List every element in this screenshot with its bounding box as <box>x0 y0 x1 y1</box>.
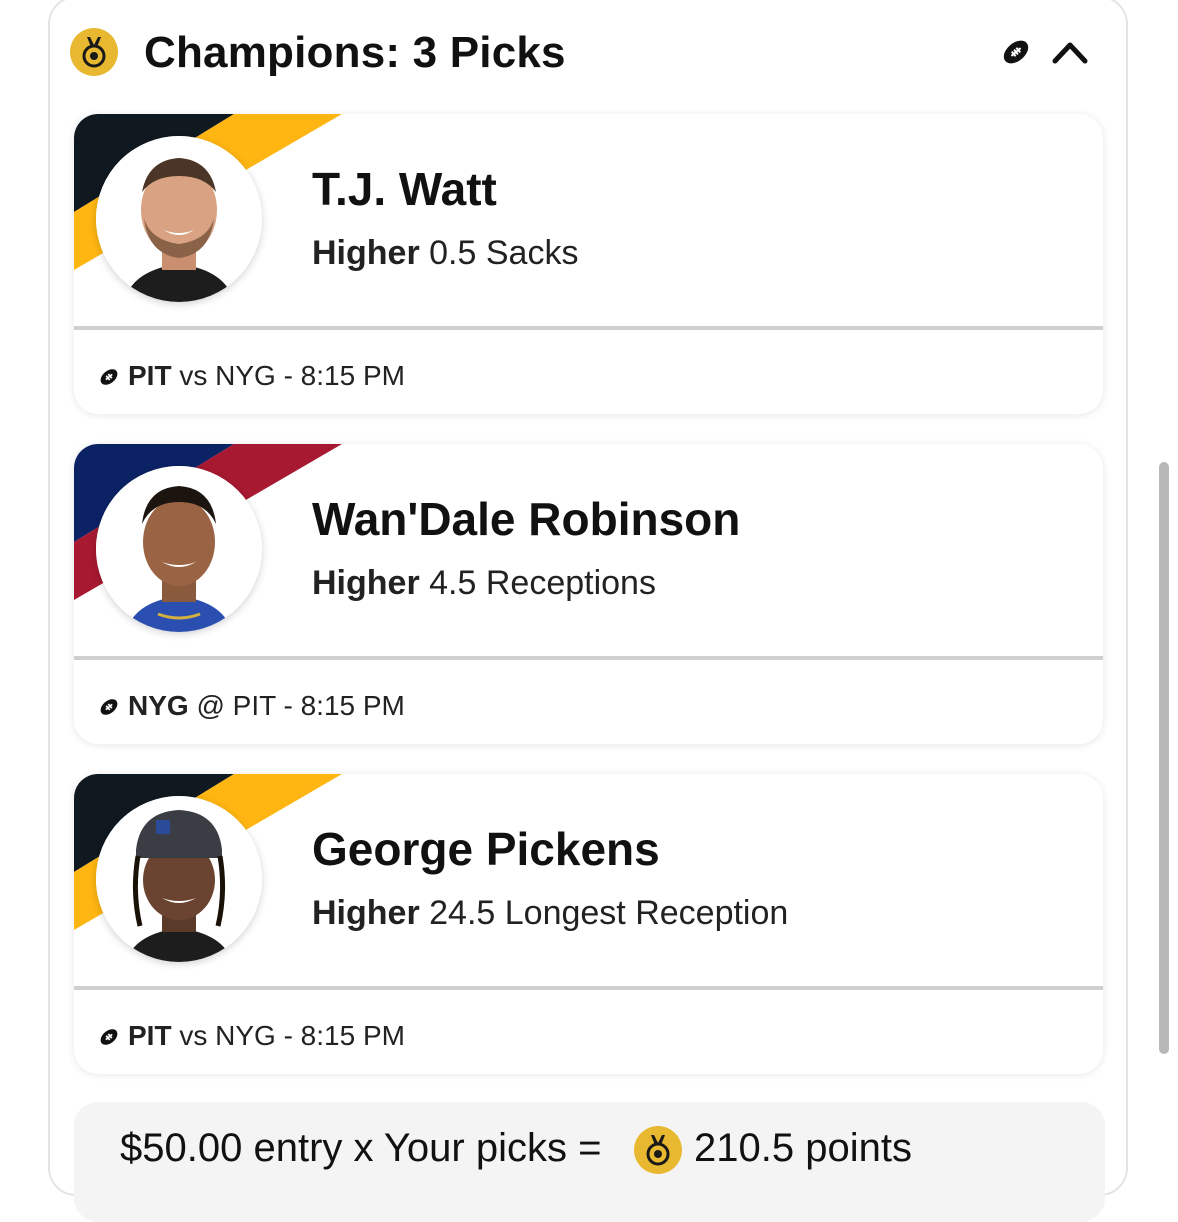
player-name: Wan'Dale Robinson <box>312 493 741 545</box>
football-icon <box>1000 36 1032 68</box>
pick-card[interactable]: George Pickens Higher 24.5 Longest Recep… <box>74 774 1103 1074</box>
football-icon <box>100 369 118 385</box>
pick-stat-line: 4.5 Receptions <box>429 564 656 602</box>
picks-header[interactable]: Champions: 3 Picks <box>70 24 1100 80</box>
chevron-up-icon[interactable] <box>1050 34 1090 68</box>
divider <box>74 986 1103 990</box>
team-abbreviation: PIT <box>128 360 172 391</box>
scrollbar[interactable] <box>1159 462 1169 1054</box>
pick-direction: Higher <box>312 234 420 272</box>
pick-stat-line: 0.5 Sacks <box>429 234 579 272</box>
player-name: T.J. Watt <box>312 163 497 215</box>
matchup-text: vs NYG - 8:15 PM <box>179 360 405 391</box>
medal-icon <box>70 28 118 76</box>
pick-direction: Higher <box>312 564 420 602</box>
matchup-text: vs NYG - 8:15 PM <box>179 1020 405 1051</box>
player-photo <box>96 796 262 962</box>
divider <box>74 656 1103 660</box>
pick-projection: Higher 24.5 Longest Reception <box>312 894 788 933</box>
pick-projection: Higher 4.5 Receptions <box>312 564 656 603</box>
football-icon <box>100 1029 118 1045</box>
entry-summary: $50.00 entry x Your picks = 210.5 points <box>74 1102 1105 1222</box>
pick-projection: Higher 0.5 Sacks <box>312 234 578 273</box>
football-icon <box>100 699 118 715</box>
game-info: PIT vs NYG - 8:15 PM <box>98 1020 405 1052</box>
pick-card[interactable]: Wan'Dale Robinson Higher 4.5 Receptions … <box>74 444 1103 744</box>
page-title: Champions: 3 Picks <box>144 28 566 77</box>
divider <box>74 326 1103 330</box>
team-abbreviation: PIT <box>128 1020 172 1051</box>
game-info: PIT vs NYG - 8:15 PM <box>98 360 405 392</box>
player-photo <box>96 136 262 302</box>
game-info: NYG @ PIT - 8:15 PM <box>98 690 405 722</box>
medal-icon <box>634 1126 682 1174</box>
pick-card[interactable]: T.J. Watt Higher 0.5 Sacks PIT vs NYG - … <box>74 114 1103 414</box>
team-abbreviation: NYG <box>128 690 189 721</box>
entry-text: $50.00 entry x Your picks = <box>120 1126 602 1170</box>
matchup-text: @ PIT - 8:15 PM <box>196 690 405 721</box>
pick-stat-line: 24.5 Longest Reception <box>429 894 789 932</box>
points-value: 210.5 points <box>694 1126 912 1170</box>
pick-direction: Higher <box>312 894 420 932</box>
player-name: George Pickens <box>312 823 660 875</box>
player-photo <box>96 466 262 632</box>
